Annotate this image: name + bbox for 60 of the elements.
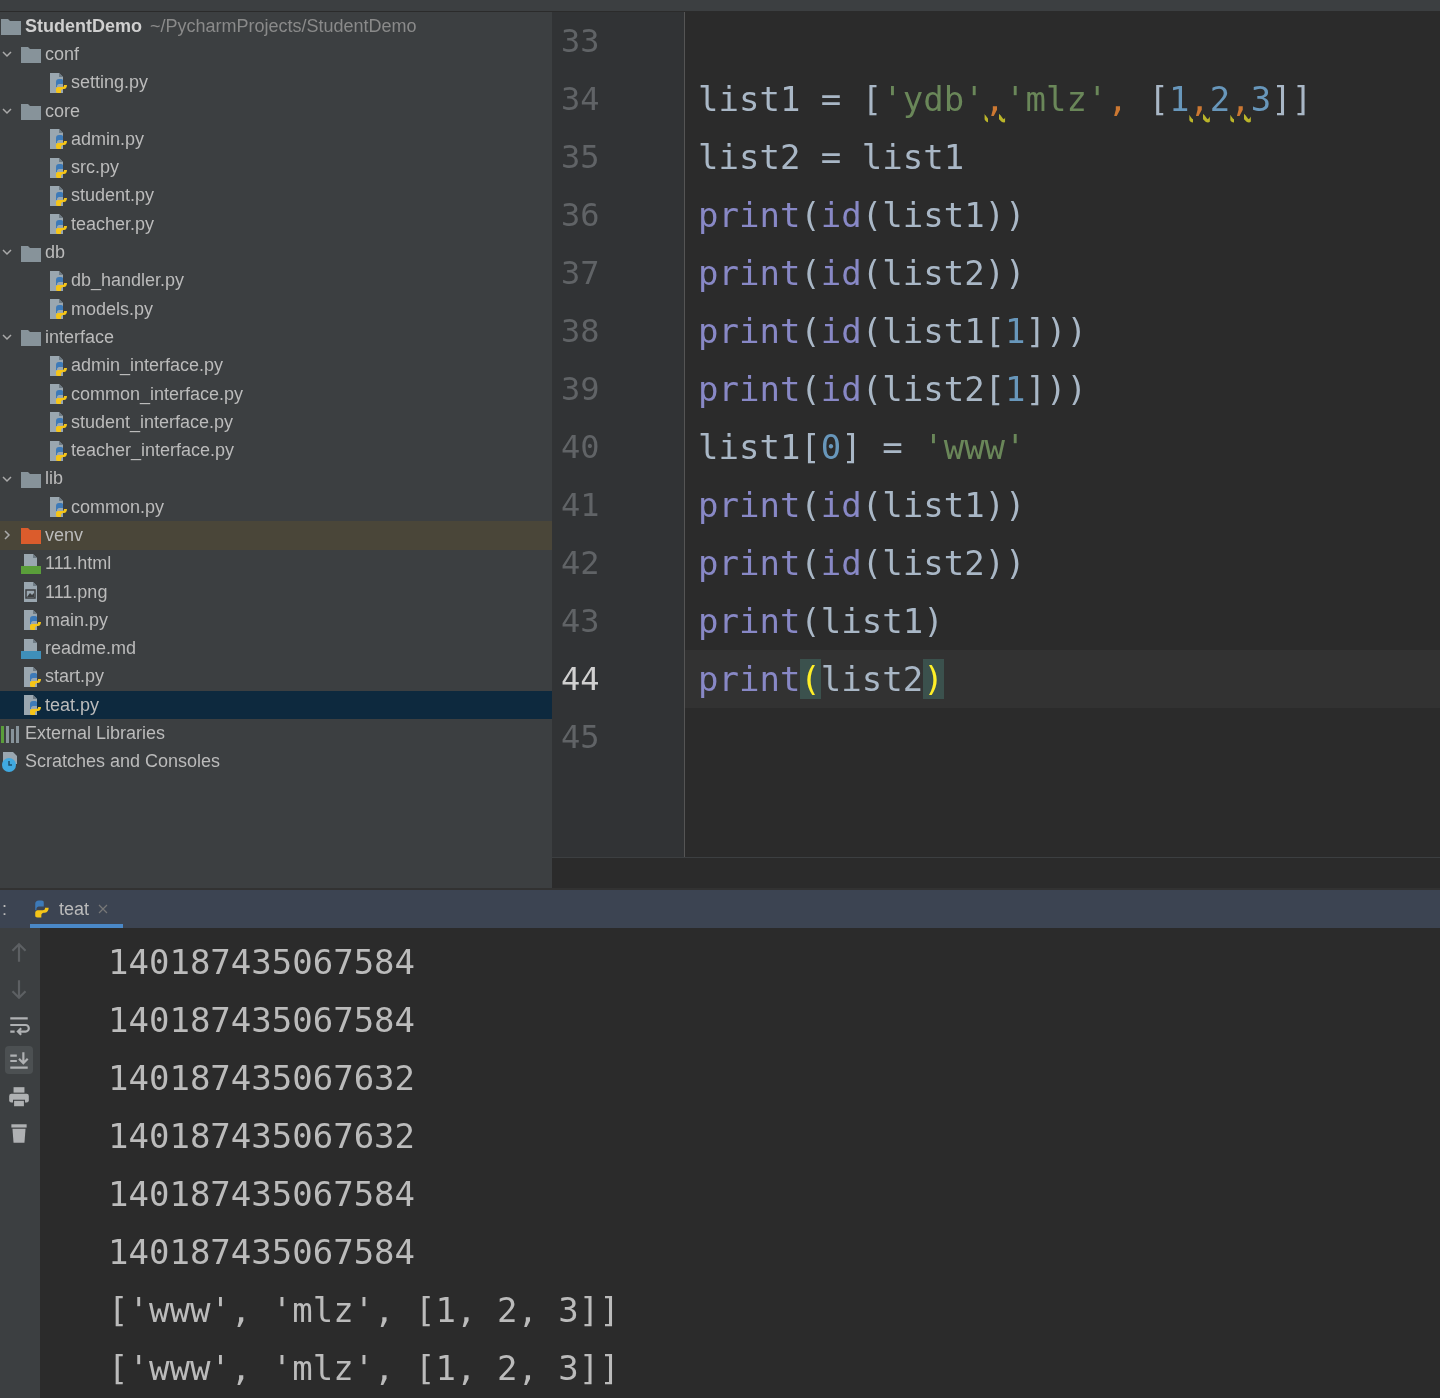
code-line: list1[0] = 'www' xyxy=(697,426,1026,469)
tree-item[interactable]: db_handler.py xyxy=(0,266,552,295)
tree-item[interactable]: student.py xyxy=(0,181,552,211)
tree-item[interactable]: Scratches and Consoles xyxy=(0,747,552,776)
tree-item[interactable]: teacher.py xyxy=(0,210,552,239)
tree-item[interactable]: interface xyxy=(0,323,552,352)
html-file-icon xyxy=(20,552,42,575)
chevron-down-icon[interactable] xyxy=(2,473,12,484)
markdown-file-icon xyxy=(20,637,42,660)
chevron-down-icon[interactable] xyxy=(2,49,12,60)
tree-item[interactable]: models.py xyxy=(0,294,552,324)
tree-item[interactable]: start.py xyxy=(0,662,552,692)
console-output-line: 140187435067584 xyxy=(108,999,417,1042)
tree-item[interactable]: src.py xyxy=(0,153,552,182)
tree-item[interactable]: db xyxy=(0,238,552,267)
console-output-line: 140187435067584 xyxy=(108,1173,417,1216)
code-line: print(id(list1)) xyxy=(697,484,1026,527)
console-output-line: ['www', 'mlz', [1, 2, 3]] xyxy=(108,1289,621,1332)
console-output-line: 140187435067584 xyxy=(108,941,417,984)
chevron-down-icon[interactable] xyxy=(2,332,12,343)
code-line: print(id(list2)) xyxy=(697,542,1026,585)
code-line: list1 = ['ydb','mlz', [1,2,3]] xyxy=(697,78,1313,121)
tree-item[interactable]: setting.py xyxy=(0,68,552,97)
tree-item[interactable]: venv xyxy=(0,521,552,550)
tree-item[interactable]: common_interface.py xyxy=(0,379,552,409)
console-output-line: 140187435067632 xyxy=(108,1057,417,1100)
tree-item[interactable]: main.py xyxy=(0,606,552,635)
code-line: list2 = list1 xyxy=(697,136,965,179)
line-number: 44 xyxy=(560,659,601,700)
printer-icon xyxy=(7,1084,31,1109)
chevron-down-icon[interactable] xyxy=(2,105,12,116)
tree-item[interactable]: core xyxy=(0,96,552,126)
tree-item[interactable]: lib xyxy=(0,464,552,494)
tree-item[interactable]: StudentDemo ~/PycharmProjects/StudentDemo xyxy=(0,12,552,41)
code-line: print(list1) xyxy=(697,600,944,643)
tree-item[interactable]: teat.py xyxy=(0,691,552,720)
tree-item[interactable]: conf xyxy=(0,40,552,69)
console-output-line: 140187435067584 xyxy=(108,1231,417,1274)
tree-item[interactable]: admin_interface.py xyxy=(0,351,552,380)
code-line: print(list2) xyxy=(697,658,944,701)
tree-item[interactable]: admin.py xyxy=(0,125,552,154)
tree-item[interactable]: common.py xyxy=(0,493,552,522)
chevron-right-icon[interactable] xyxy=(2,530,12,541)
tree-item[interactable]: 111.html xyxy=(0,549,552,578)
code-line: print(id(list2[1])) xyxy=(697,368,1087,411)
code-line: print(id(list1[1])) xyxy=(697,310,1087,353)
code-line: print(id(list2)) xyxy=(697,252,1026,295)
tree-item[interactable]: External Libraries xyxy=(0,719,552,748)
panel-label: : xyxy=(1,897,8,921)
tree-item[interactable]: 111.png xyxy=(0,577,552,607)
tree-item[interactable]: readme.md xyxy=(0,634,552,663)
close-icon xyxy=(97,903,110,915)
console-output-line: 140187435067632 xyxy=(108,1115,417,1158)
tree-item[interactable]: student_interface.py xyxy=(0,408,552,437)
scroll-to-end-button[interactable] xyxy=(5,1046,33,1074)
console-output-line: ['www', 'mlz', [1, 2, 3]] xyxy=(108,1347,621,1390)
run-tab[interactable]: teat xyxy=(30,890,124,928)
chevron-down-icon[interactable] xyxy=(2,247,12,258)
code-line: print(id(list1)) xyxy=(697,194,1026,237)
tree-item[interactable]: teacher_interface.py xyxy=(0,436,552,465)
